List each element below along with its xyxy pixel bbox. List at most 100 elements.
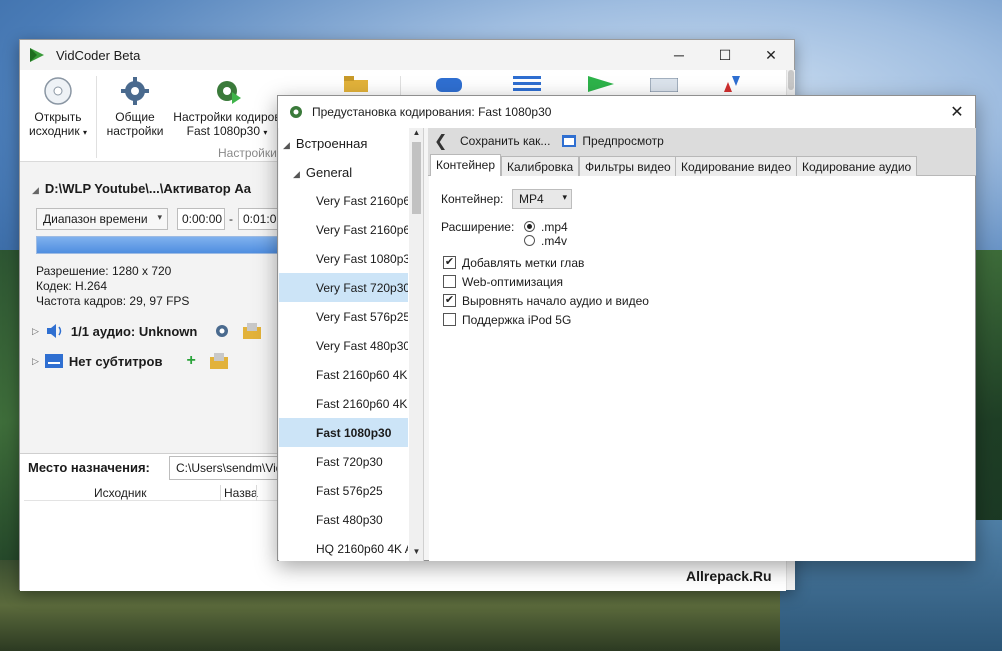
encoding-settings-button[interactable]: Настройки кодиров Fast 1080p30 ▾ xyxy=(172,76,282,140)
maximize-button[interactable]: ☐ xyxy=(702,40,748,70)
tree-scroll-thumb[interactable] xyxy=(412,142,421,214)
ribbon-group-label: Настройки xyxy=(218,146,277,160)
expand-triangle-icon[interactable]: ▷ xyxy=(32,326,39,337)
checkbox-web-optimized[interactable] xyxy=(443,275,456,288)
chevron-down-icon: ▾ xyxy=(157,212,162,222)
container-value: MP4 xyxy=(519,192,544,206)
queue-col-sep xyxy=(220,485,221,501)
dialog-gear-icon xyxy=(290,106,302,118)
radio-ext-mp4[interactable] xyxy=(524,221,535,232)
audio-track-row[interactable]: ▷ 1/1 аудио: Unknown xyxy=(32,322,262,340)
dialog-close-button[interactable]: ✕ xyxy=(939,102,975,122)
checkbox-chapter-markers[interactable]: ✔ xyxy=(443,256,456,269)
subtitle-track-row[interactable]: ▷ Нет субтитров + xyxy=(32,352,228,370)
preset-item-selected[interactable]: Fast 1080p30 xyxy=(279,418,408,447)
destination-input[interactable]: C:\Users\sendm\Vid xyxy=(169,456,279,480)
add-subtitle-icon[interactable]: + xyxy=(186,352,195,370)
preset-item-highlighted[interactable]: Very Fast 720p30 xyxy=(279,273,408,302)
preset-item[interactable]: Fast 2160p60 4K A xyxy=(279,360,408,389)
chevron-down-icon: ▾ xyxy=(562,192,567,202)
ipod5g-label: Поддержка iPod 5G xyxy=(462,313,572,327)
extension-label: Расширение: xyxy=(441,220,515,234)
tab-video-filters[interactable]: Фильтры видео xyxy=(579,156,677,176)
ribbon-separator xyxy=(96,76,97,158)
preset-item[interactable]: Fast 2160p60 4K xyxy=(279,389,408,418)
preview-label: Предпросмотр xyxy=(582,134,664,148)
preset-item[interactable]: Fast 480p30 xyxy=(279,505,408,534)
queue-col-sep xyxy=(256,485,257,501)
dialog-titlebar[interactable]: Предустановка кодирования: Fast 1080p30 … xyxy=(278,96,975,128)
queue-header: Исходник Назва xyxy=(24,485,286,501)
preset-item[interactable]: Fast 576p25 xyxy=(279,476,408,505)
preset-item[interactable]: Very Fast 2160p60 xyxy=(279,186,408,215)
main-scrollbar-thumb[interactable] xyxy=(788,70,794,90)
encode-gear-icon xyxy=(217,81,241,104)
queue-icon xyxy=(513,76,541,91)
collapse-triangle-icon[interactable]: ◢ xyxy=(293,169,300,179)
tab-audio-encoding[interactable]: Кодирование аудио xyxy=(796,156,918,176)
encoding-preset-dialog: Предустановка кодирования: Fast 1080p30 … xyxy=(277,95,976,561)
audio-folder-icon[interactable] xyxy=(243,323,262,339)
tree-group-general[interactable]: ◢ General xyxy=(279,157,408,186)
open-source-button[interactable]: Открыть исходник ▾ xyxy=(28,76,88,140)
sort-arrows-icon xyxy=(724,76,740,92)
time-dash: - xyxy=(229,212,233,226)
preset-item[interactable]: Very Fast 1080p30 xyxy=(279,244,408,273)
encode-settings-label-2: Fast 1080p30 xyxy=(186,124,261,138)
container-label: Контейнер: xyxy=(441,192,504,206)
preset-settings-pane: ❮ Сохранить как... Предпросмотр Контейне… xyxy=(428,128,976,561)
close-button[interactable]: ✕ xyxy=(748,40,794,70)
settings-label-1: Общие xyxy=(115,110,155,124)
settings-tabs: Контейнер Калибровка Фильтры видео Кодир… xyxy=(428,154,976,177)
settings-label-2: настройки xyxy=(106,124,164,138)
collapse-triangle-icon[interactable]: ◢ xyxy=(283,140,290,150)
tree-scrollbar[interactable]: ▲ ▼ xyxy=(409,128,423,561)
general-settings-button[interactable]: Общие настройки xyxy=(104,76,166,138)
time-start-input[interactable]: 0:00:00 xyxy=(177,208,225,230)
destination-label: Место назначения: xyxy=(28,460,150,475)
encode-play-icon xyxy=(588,76,614,92)
queue-col-source[interactable]: Исходник xyxy=(94,486,146,500)
codec-text: Кодек: H.264 xyxy=(36,279,108,293)
dialog-title: Предустановка кодирования: Fast 1080p30 xyxy=(312,105,552,119)
scroll-up-icon[interactable]: ▲ xyxy=(409,128,423,142)
tree-root-label: Встроенная xyxy=(295,136,368,151)
preset-item[interactable]: Fast 720p30 xyxy=(279,447,408,476)
minimize-button[interactable]: ─ xyxy=(656,40,702,70)
audio-gear-icon[interactable] xyxy=(213,322,231,340)
web-optimized-label: Web-оптимизация xyxy=(462,275,564,289)
watermark-text: Allrepack.Ru xyxy=(686,568,772,584)
preview-window-icon xyxy=(562,135,577,147)
preset-item[interactable]: Very Fast 576p25 xyxy=(279,302,408,331)
preview-button[interactable]: Предпросмотр xyxy=(562,134,664,148)
preset-item[interactable]: Very Fast 480p30 xyxy=(279,331,408,360)
range-mode-select[interactable]: Диапазон времени ▾ xyxy=(36,208,168,230)
container-select[interactable]: MP4 ▾ xyxy=(512,189,572,209)
tree-group-label: General xyxy=(305,165,353,180)
scroll-down-icon[interactable]: ▼ xyxy=(409,547,423,561)
subtitle-folder-icon[interactable] xyxy=(209,353,228,369)
tree-root-builtin[interactable]: ◢ Встроенная xyxy=(279,128,408,157)
preview-icon xyxy=(436,78,462,92)
preset-item[interactable]: Very Fast 2160p60 xyxy=(279,215,408,244)
subtitles-icon xyxy=(44,354,63,368)
expand-triangle-icon[interactable]: ▷ xyxy=(32,356,39,367)
radio-ext-m4v[interactable] xyxy=(524,235,535,246)
preset-item[interactable]: HQ 2160p60 4K A xyxy=(279,534,408,561)
save-as-button[interactable]: Сохранить как... xyxy=(460,134,550,148)
container-tab-content: Контейнер: MP4 ▾ Расширение: .mp4 .m4v ✔… xyxy=(429,176,975,561)
source-path-text: D:\WLP Youtube\...\Активатор Aa xyxy=(44,181,251,196)
tab-calibration[interactable]: Калибровка xyxy=(501,156,580,176)
main-titlebar[interactable]: VidCoder Beta ─ ☐ ✕ xyxy=(20,40,794,70)
queue-col-name[interactable]: Назва xyxy=(224,486,258,500)
checkbox-align-av[interactable]: ✔ xyxy=(443,294,456,307)
range-bar[interactable] xyxy=(36,236,286,254)
folder-icon xyxy=(344,76,368,92)
checkbox-ipod5g[interactable] xyxy=(443,313,456,326)
back-arrow-icon[interactable]: ❮ xyxy=(434,131,454,151)
tab-container[interactable]: Контейнер xyxy=(430,154,502,177)
vidcoder-logo-icon xyxy=(30,48,44,62)
collapse-triangle-icon[interactable]: ◢ xyxy=(32,185,39,195)
preset-tree: ◢ Встроенная ◢ General Very Fast 2160p60 V… xyxy=(279,128,424,561)
tab-video-encoding[interactable]: Кодирование видео xyxy=(675,156,798,176)
